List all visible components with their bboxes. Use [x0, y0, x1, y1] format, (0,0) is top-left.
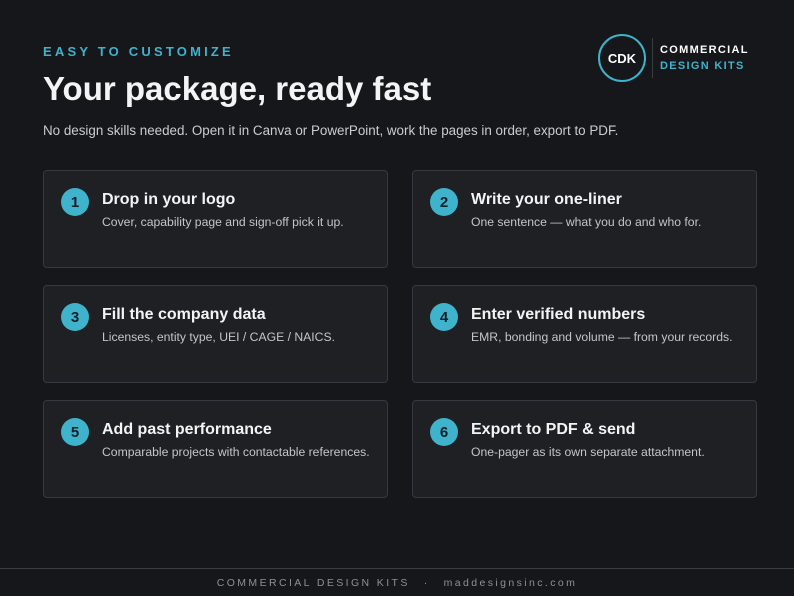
- brand-divider: [652, 38, 653, 78]
- footer-brand: COMMERCIAL DESIGN KITS: [216, 576, 410, 589]
- page-subtitle: No design skills needed. Open it in Canv…: [43, 123, 619, 138]
- footer-separator: ·: [423, 576, 430, 589]
- step-description: One sentence — what you do and who for.: [471, 215, 702, 229]
- step-title: Fill the company data: [102, 306, 266, 323]
- step-description: Cover, capability page and sign-off pick…: [102, 215, 344, 229]
- page-title: Your package, ready fast: [43, 70, 432, 107]
- brand-name-line2: DESIGN KITS: [660, 60, 745, 72]
- step-description: Comparable projects with contactable ref…: [102, 445, 370, 459]
- brand-monogram: CDK: [598, 34, 646, 82]
- step-number-badge: 2: [430, 188, 458, 216]
- step-number-badge: 5: [61, 418, 89, 446]
- step-description: EMR, bonding and volume — from your reco…: [471, 330, 733, 344]
- step-title: Export to PDF & send: [471, 421, 636, 438]
- step-number-badge: 4: [430, 303, 458, 331]
- footer-website: maddesignsinc.com: [443, 576, 578, 589]
- step-description: Licenses, entity type, UEI / CAGE / NAIC…: [102, 330, 336, 344]
- step-card-1: 1 Drop in your logo Cover, capability pa…: [43, 170, 388, 268]
- step-title: Write your one-liner: [471, 191, 622, 208]
- step-card-3: 3 Fill the company data Licenses, entity…: [43, 285, 388, 383]
- step-card-2: 2 Write your one-liner One sentence — wh…: [412, 170, 757, 268]
- step-description: One-pager as its own separate attachment…: [471, 445, 705, 459]
- step-card-5: 5 Add past performance Comparable projec…: [43, 400, 388, 498]
- step-number-badge: 6: [430, 418, 458, 446]
- brand-name-line1: COMMERCIAL: [660, 44, 749, 56]
- step-title: Drop in your logo: [102, 191, 236, 208]
- page-footer: COMMERCIAL DESIGN KITS · maddesignsinc.c…: [0, 568, 794, 596]
- step-number-badge: 3: [61, 303, 89, 331]
- step-card-4: 4 Enter verified numbers EMR, bonding an…: [412, 285, 757, 383]
- brand-logo: CDK COMMERCIAL DESIGN KITS: [598, 34, 758, 82]
- step-card-6: 6 Export to PDF & send One-pager as its …: [412, 400, 757, 498]
- step-title: Enter verified numbers: [471, 306, 646, 323]
- step-title: Add past performance: [102, 421, 272, 438]
- eyebrow-label: EASY TO CUSTOMIZE: [43, 44, 234, 59]
- step-number-badge: 1: [61, 188, 89, 216]
